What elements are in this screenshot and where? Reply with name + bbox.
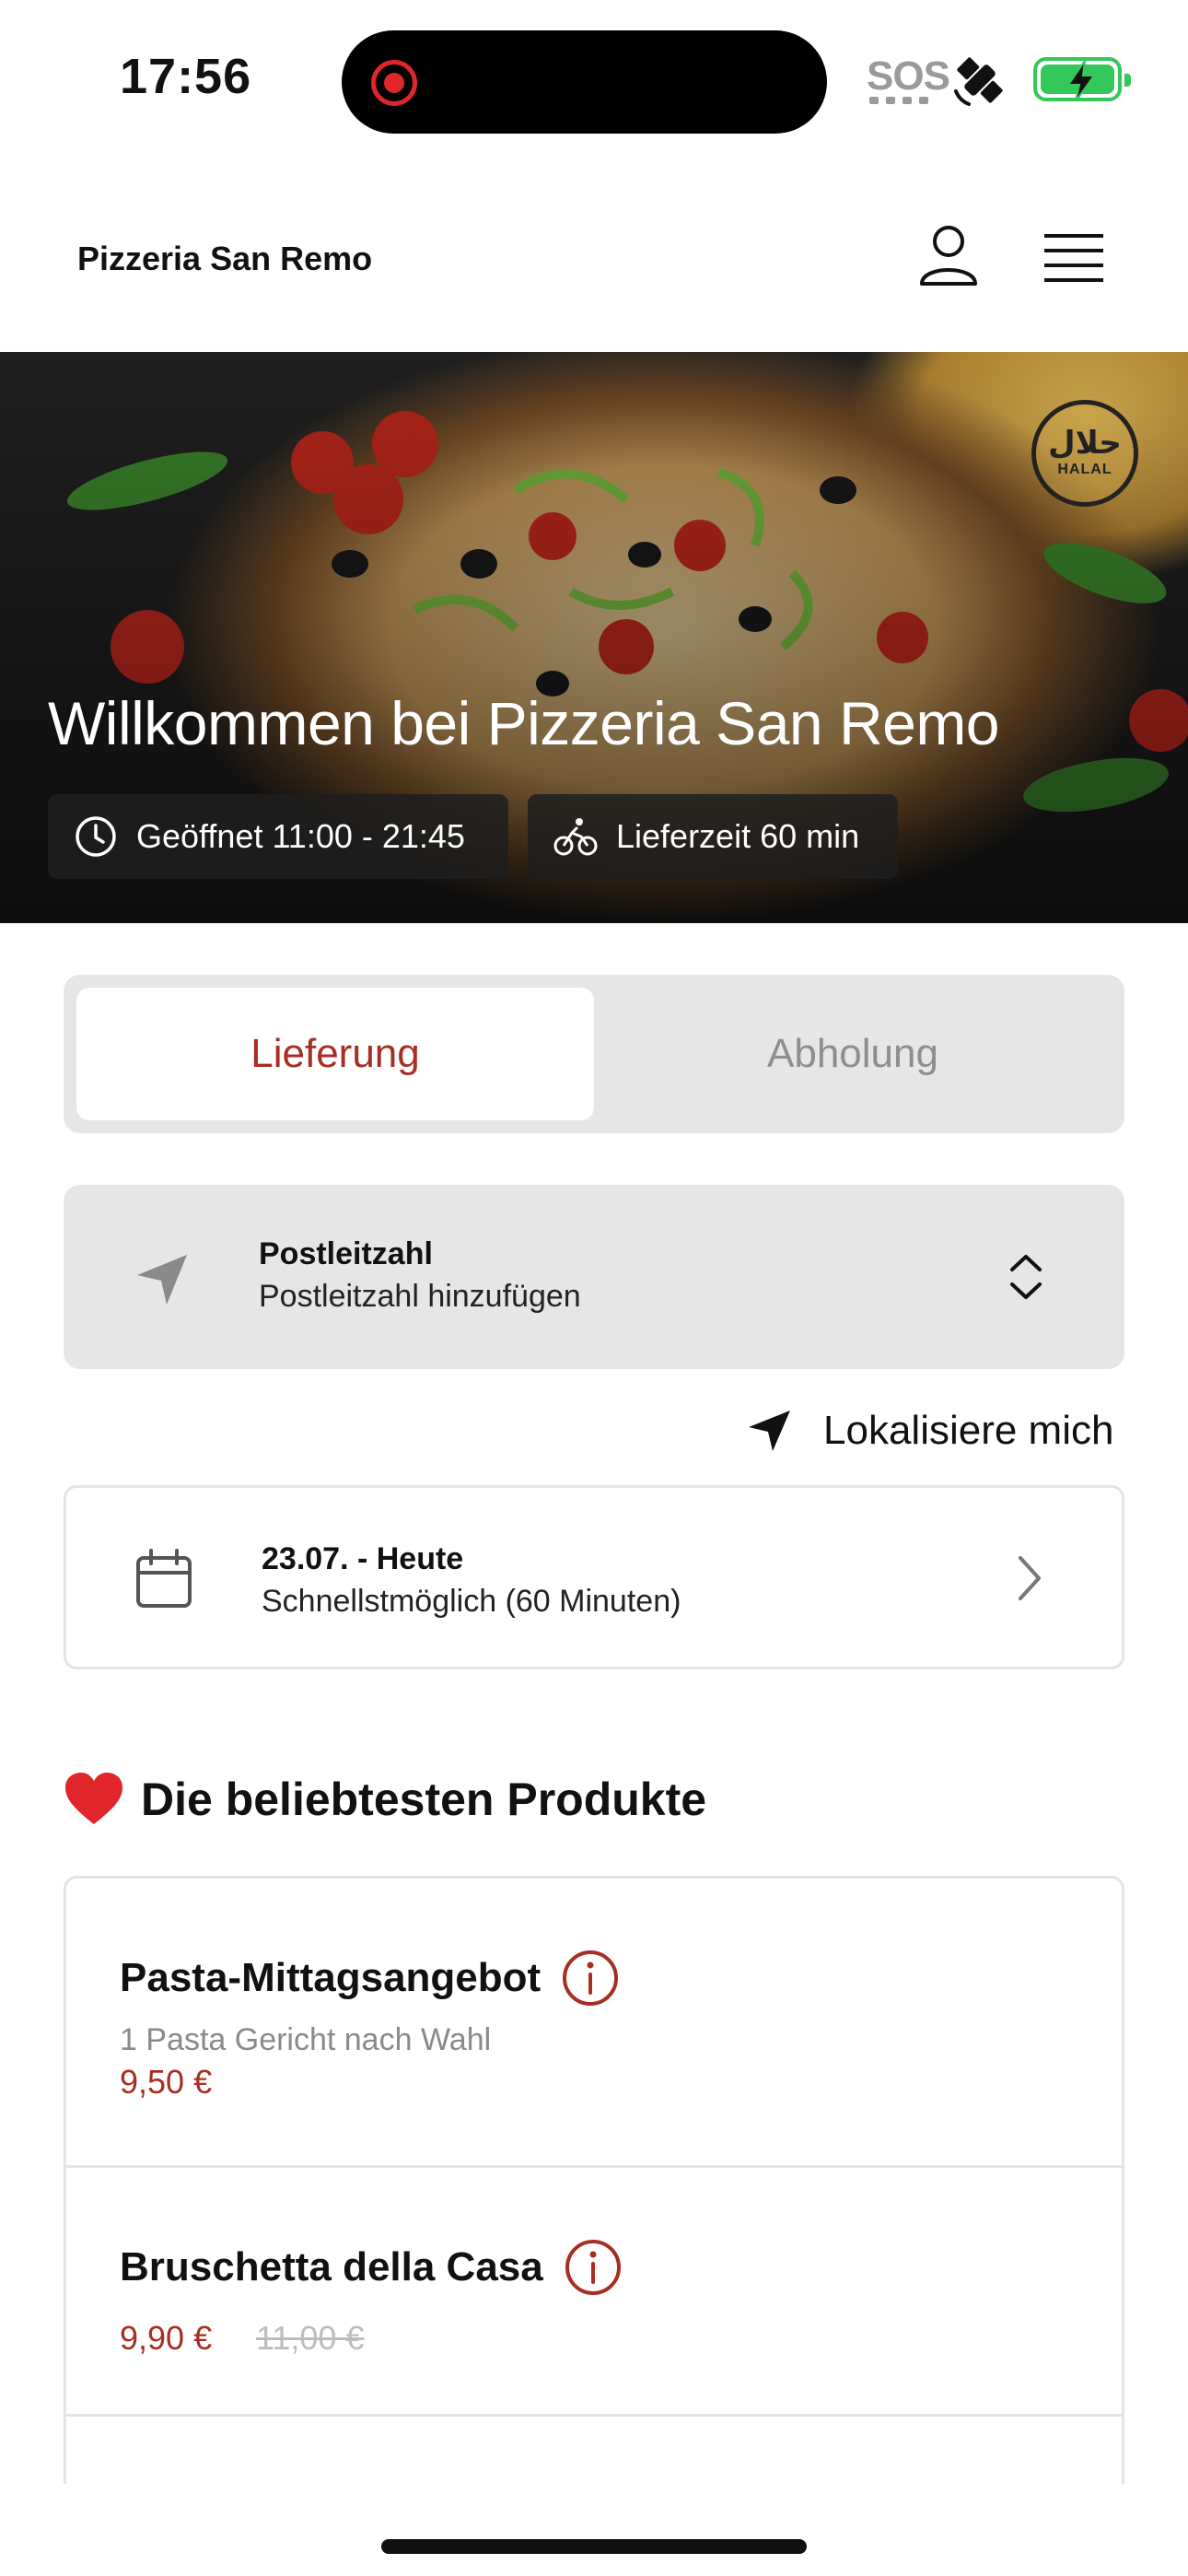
hero-banner: حلال HALAL Willkommen bei Pizzeria San R… — [0, 352, 1188, 923]
chevron-up-down-icon — [1010, 1255, 1042, 1299]
postcode-placeholder: Postleitzahl hinzufügen — [259, 1279, 581, 1314]
user-icon[interactable] — [916, 223, 981, 289]
tab-pickup[interactable]: Abholung — [594, 988, 1112, 1120]
delivery-time-text: Lieferzeit 60 min — [616, 817, 860, 855]
sos-signal-dots — [869, 97, 928, 104]
halal-badge: حلال HALAL — [1031, 400, 1138, 507]
opening-hours-text: Geöffnet 11:00 - 21:45 — [136, 817, 465, 855]
satellite-icon — [954, 57, 1003, 106]
heart-icon — [65, 1773, 122, 1824]
product-price: 9,50 € — [120, 2063, 213, 2101]
location-arrow-icon — [749, 1411, 790, 1451]
status-time: 17:56 — [120, 49, 252, 104]
brand-name[interactable]: Pizzeria San Remo — [77, 240, 372, 278]
product-list: Pasta-Mittagsangebot 1 Pasta Gericht nac… — [64, 1876, 1124, 2484]
product-name-row: Bruschetta della Casa — [120, 2238, 623, 2297]
postcode-label: Postleitzahl — [259, 1236, 433, 1271]
dynamic-island — [342, 30, 827, 134]
product-name-row: Pasta-Mittagsangebot — [120, 1949, 620, 2008]
delivery-time-badge: Lieferzeit 60 min — [528, 794, 898, 879]
product-name: Pasta-Mittagsangebot — [120, 1955, 542, 2000]
tab-delivery[interactable]: Lieferung — [76, 988, 594, 1120]
info-icon[interactable] — [561, 1949, 620, 2008]
calendar-icon — [136, 1549, 192, 1608]
product-description: 1 Pasta Gericht nach Wahl — [120, 2022, 492, 2057]
info-icon[interactable] — [564, 2238, 623, 2297]
product-price: 9,90 € — [120, 2319, 213, 2357]
date-subtitle: Schnellstmöglich (60 Minuten) — [262, 1584, 681, 1619]
date-title: 23.07. - Heute — [262, 1541, 464, 1576]
bicycle-icon — [553, 818, 598, 856]
product-item[interactable]: Bruschetta della Casa 9,90 € 11,00 € — [66, 2168, 1122, 2417]
sos-indicator: SOS — [867, 53, 950, 99]
battery-charging-icon — [1033, 57, 1131, 101]
locate-me-button[interactable]: Lokalisiere mich — [746, 1400, 1113, 1461]
delivery-mode-toggle: Lieferung Abholung — [64, 975, 1124, 1133]
postcode-selector[interactable]: Postleitzahl Postleitzahl hinzufügen — [64, 1185, 1124, 1369]
hero-title: Willkommen bei Pizzeria San Remo — [48, 689, 1000, 757]
chevron-right-icon — [1019, 1556, 1041, 1600]
status-bar: 17:56 SOS — [0, 0, 1188, 157]
screen-recording-icon — [371, 60, 417, 106]
delivery-date-selector[interactable]: 23.07. - Heute Schnellstmöglich (60 Minu… — [64, 1485, 1124, 1669]
product-item[interactable]: Pasta-Mittagsangebot 1 Pasta Gericht nac… — [66, 1879, 1122, 2168]
popular-products-title: Die beliebtesten Produkte — [141, 1774, 707, 1825]
app-header: Pizzeria San Remo — [0, 157, 1188, 352]
product-name: Bruschetta della Casa — [120, 2244, 543, 2289]
home-indicator[interactable] — [381, 2539, 807, 2554]
popular-products-heading: Die beliebtesten Produkte — [64, 1767, 706, 1832]
opening-hours-badge: Geöffnet 11:00 - 21:45 — [48, 794, 508, 879]
location-arrow-icon — [137, 1255, 187, 1305]
clock-icon — [76, 816, 116, 857]
menu-icon[interactable] — [1042, 230, 1105, 286]
locate-me-label: Lokalisiere mich — [823, 1408, 1114, 1453]
product-old-price: 11,00 € — [256, 2319, 365, 2357]
